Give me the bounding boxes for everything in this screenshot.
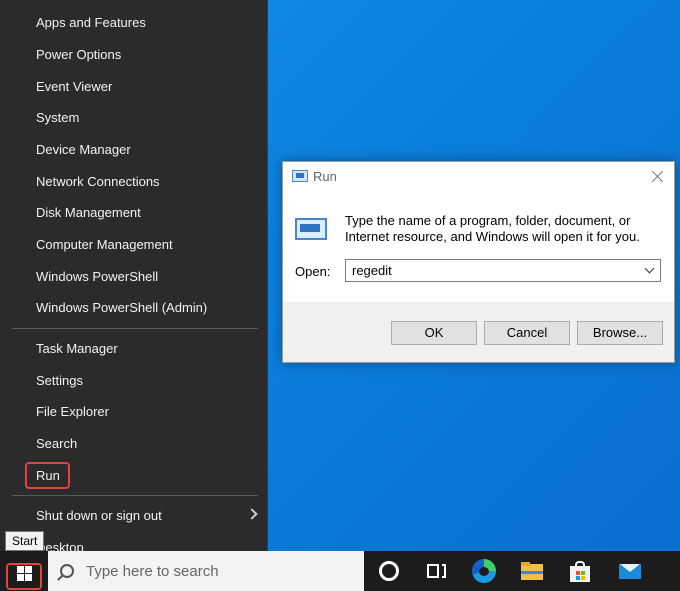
task-view-icon[interactable]	[424, 559, 448, 583]
menu-item-apps-and-features[interactable]: Apps and Features	[36, 12, 146, 34]
menu-item-computer-management[interactable]: Computer Management	[36, 234, 173, 256]
power-user-menu: Apps and Features Power Options Event Vi…	[0, 0, 268, 573]
close-icon[interactable]	[646, 166, 670, 188]
run-dialog: Run Type the name of a program, folder, …	[282, 161, 675, 363]
run-title-icon	[292, 170, 308, 182]
search-icon	[60, 564, 74, 578]
open-input-value[interactable]: regedit	[352, 263, 392, 278]
run-highlight-box	[25, 462, 70, 489]
menu-item-network-connections[interactable]: Network Connections	[36, 171, 160, 193]
start-highlight-box	[6, 563, 42, 590]
chevron-down-icon[interactable]	[644, 263, 655, 274]
mail-icon[interactable]	[618, 559, 642, 583]
taskbar-search-box[interactable]: Type here to search	[48, 551, 364, 591]
file-explorer-icon[interactable]	[520, 559, 544, 583]
cortana-icon[interactable]	[379, 561, 399, 581]
menu-item-shut-down[interactable]: Shut down or sign out	[36, 505, 162, 527]
start-tooltip: Start	[5, 531, 45, 551]
ok-button[interactable]: OK	[391, 321, 477, 345]
search-placeholder: Type here to search	[86, 562, 219, 580]
browse-button[interactable]: Browse...	[577, 321, 663, 345]
open-label: Open:	[295, 264, 331, 279]
run-titlebar[interactable]: Run	[283, 162, 674, 192]
run-body: Type the name of a program, folder, docu…	[283, 192, 674, 302]
menu-item-settings[interactable]: Settings	[36, 370, 83, 392]
menu-item-windows-powershell-admin[interactable]: Windows PowerShell (Admin)	[36, 297, 207, 319]
run-description: Type the name of a program, folder, docu…	[345, 213, 640, 244]
menu-item-power-options[interactable]: Power Options	[36, 44, 121, 66]
menu-item-system[interactable]: System	[36, 107, 79, 129]
menu-item-windows-powershell[interactable]: Windows PowerShell	[36, 266, 158, 288]
cancel-button[interactable]: Cancel	[484, 321, 570, 345]
store-icon[interactable]	[568, 559, 592, 583]
menu-item-file-explorer[interactable]: File Explorer	[36, 401, 109, 423]
edge-icon[interactable]	[472, 559, 496, 583]
open-combo-box[interactable]: regedit	[345, 259, 661, 282]
run-title: Run	[313, 169, 337, 184]
run-program-icon	[295, 218, 327, 242]
menu-item-device-manager[interactable]: Device Manager	[36, 139, 131, 161]
menu-separator	[12, 495, 258, 496]
menu-item-event-viewer[interactable]: Event Viewer	[36, 76, 112, 98]
menu-item-search[interactable]: Search	[36, 433, 77, 455]
menu-item-disk-management[interactable]: Disk Management	[36, 202, 141, 224]
chevron-right-icon	[246, 508, 258, 520]
taskbar: Type here to search	[0, 551, 680, 591]
menu-separator	[12, 328, 258, 329]
menu-item-task-manager[interactable]: Task Manager	[36, 338, 118, 360]
